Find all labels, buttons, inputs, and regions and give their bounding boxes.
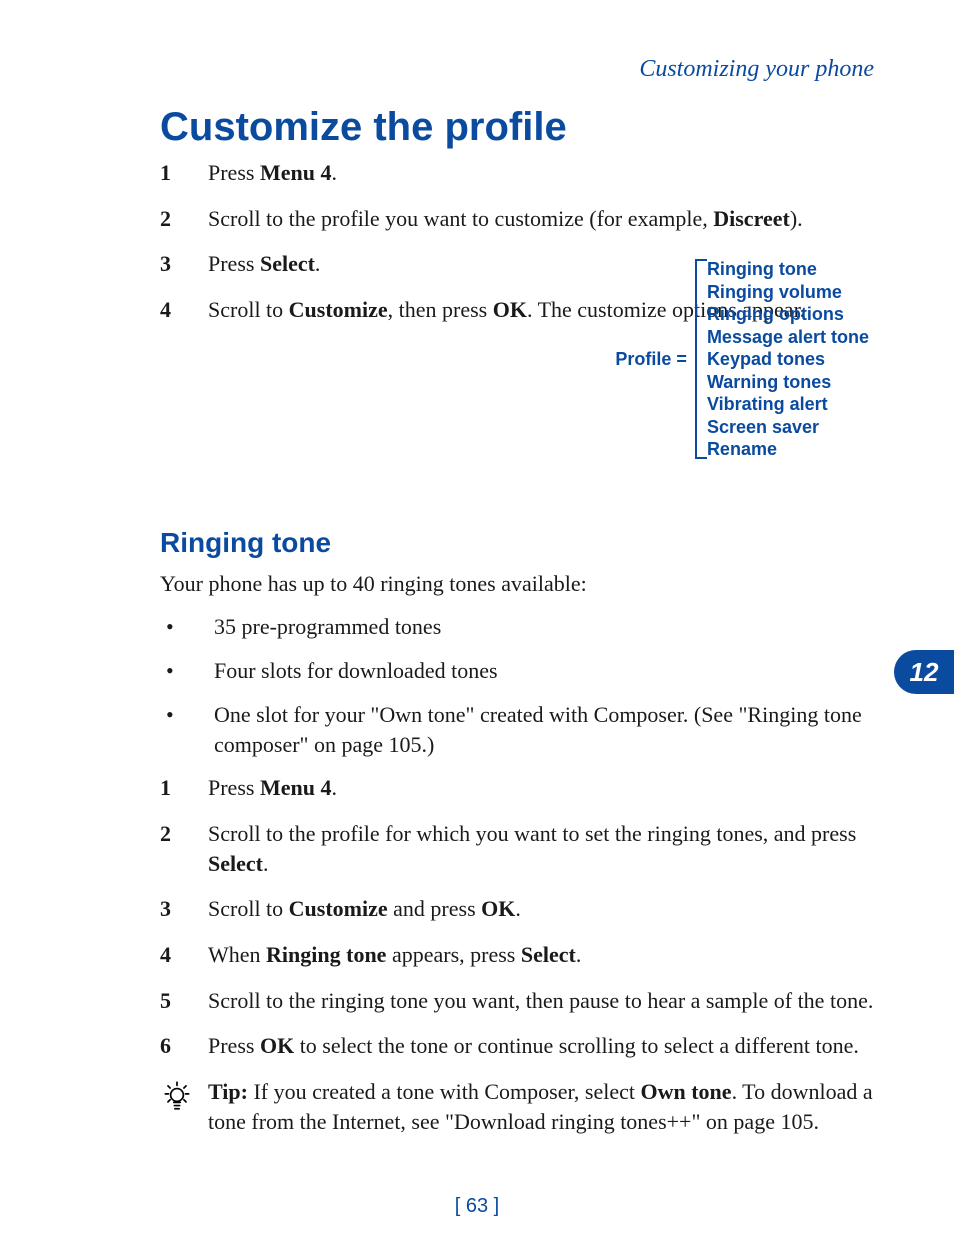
profile-option: Screen saver [707, 416, 869, 439]
step-text: Scroll to the profile for which you want… [208, 819, 884, 878]
step-text: Scroll to the ringing tone you want, the… [208, 986, 884, 1016]
bullet-text: Four slots for downloaded tones [214, 656, 884, 686]
chapter-tab: 12 [894, 650, 954, 694]
step-number: 4 [160, 295, 208, 325]
subsection-title-ringing-tone: Ringing tone [160, 527, 884, 559]
ringing-tone-intro: Your phone has up to 40 ringing tones av… [160, 569, 884, 599]
profile-option: Ringing options [707, 303, 869, 326]
step-text: Scroll to Customize and press OK. [208, 894, 884, 924]
profile-option: Ringing volume [707, 281, 869, 304]
bullet-text: 35 pre-programmed tones [214, 612, 884, 642]
step-number: 4 [160, 940, 208, 970]
step-text: Scroll to the profile you want to custom… [208, 204, 884, 234]
tip-block: Tip: If you created a tone with Composer… [160, 1077, 884, 1136]
profile-option: Rename [707, 438, 869, 461]
step-number: 1 [160, 158, 208, 188]
profile-options-list: Ringing toneRinging volumeRinging option… [707, 258, 869, 461]
step-item: 6Press OK to select the tone or continue… [160, 1031, 884, 1061]
step-number: 2 [160, 204, 208, 234]
profile-options-block: Profile = Ringing toneRinging volumeRing… [615, 258, 869, 461]
step-text: Press Menu 4. [208, 158, 884, 188]
step-text: Press OK to select the tone or continue … [208, 1031, 884, 1061]
profile-option: Message alert tone [707, 326, 869, 349]
step-item: 2Scroll to the profile for which you wan… [160, 819, 884, 878]
step-number: 3 [160, 249, 208, 279]
step-item: 1Press Menu 4. [160, 773, 884, 803]
step-number: 1 [160, 773, 208, 803]
lightbulb-icon [160, 1077, 208, 1113]
section-title: Customize the profile [160, 105, 884, 150]
bullet-dot-icon: • [160, 612, 214, 642]
running-header: Customizing your phone [160, 56, 884, 83]
ringing-tone-bullets: •35 pre-programmed tones•Four slots for … [160, 612, 884, 759]
bullet-item: •One slot for your "Own tone" created wi… [160, 700, 884, 759]
step-text: When Ringing tone appears, press Select. [208, 940, 884, 970]
profile-option: Ringing tone [707, 258, 869, 281]
profile-equals-label: Profile = [615, 349, 687, 370]
step-number: 6 [160, 1031, 208, 1061]
tip-text: Tip: If you created a tone with Composer… [208, 1077, 884, 1136]
bullet-item: •35 pre-programmed tones [160, 612, 884, 642]
bullet-item: •Four slots for downloaded tones [160, 656, 884, 686]
bullet-dot-icon: • [160, 656, 214, 686]
steps-ringing-tone: 1Press Menu 4.2Scroll to the profile for… [160, 773, 884, 1061]
profile-option: Warning tones [707, 371, 869, 394]
step-item: 4When Ringing tone appears, press Select… [160, 940, 884, 970]
step-number: 2 [160, 819, 208, 849]
profile-option: Keypad tones [707, 348, 869, 371]
left-brace-icon [695, 259, 697, 459]
bullet-dot-icon: • [160, 700, 214, 730]
page-number: [ 63 ] [0, 1195, 954, 1218]
profile-option: Vibrating alert [707, 393, 869, 416]
step-item: 3Scroll to Customize and press OK. [160, 894, 884, 924]
step-number: 3 [160, 894, 208, 924]
bullet-text: One slot for your "Own tone" created wit… [214, 700, 884, 759]
step-text: Press Menu 4. [208, 773, 884, 803]
step-number: 5 [160, 986, 208, 1016]
step-item: 5Scroll to the ringing tone you want, th… [160, 986, 884, 1016]
step-item: 1Press Menu 4. [160, 158, 884, 188]
step-item: 2Scroll to the profile you want to custo… [160, 204, 884, 234]
